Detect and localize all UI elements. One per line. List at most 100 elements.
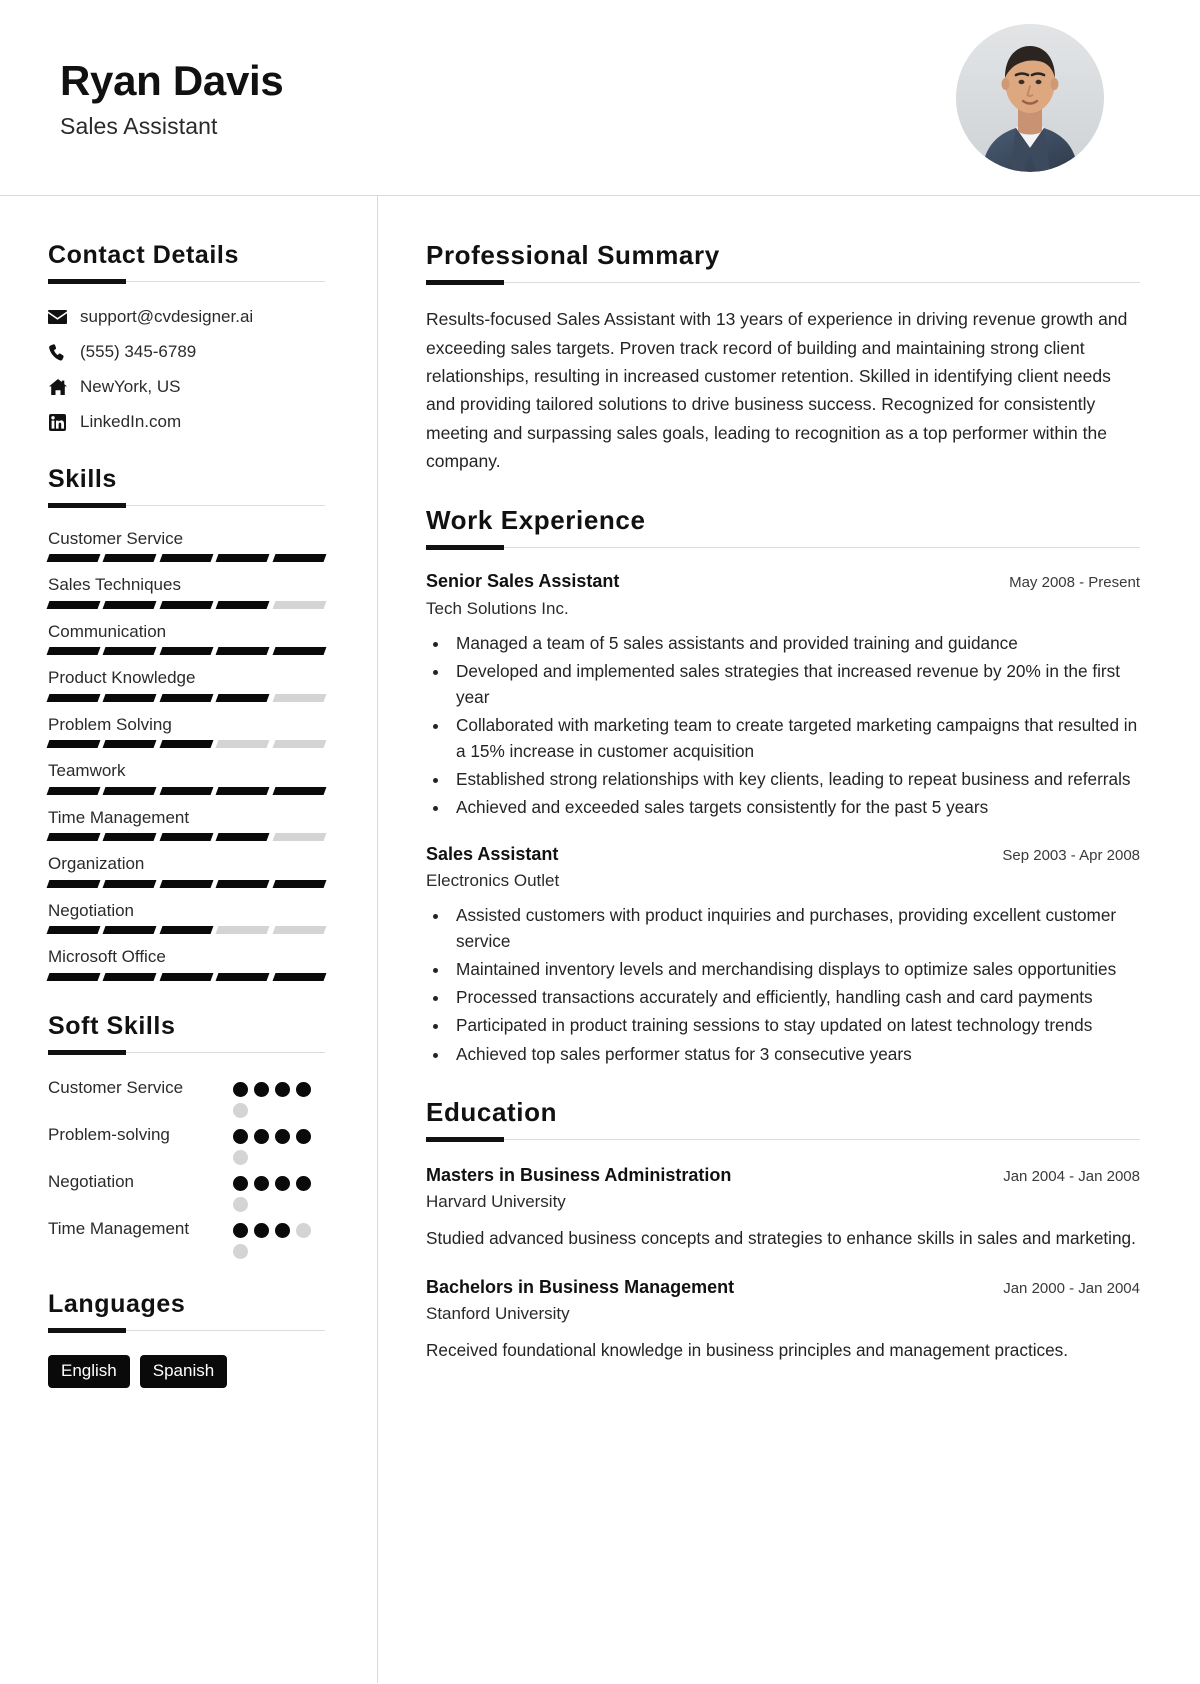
skill-item: Sales Techniques <box>46 572 327 609</box>
summary-text: Results-focused Sales Assistant with 13 … <box>426 309 1128 471</box>
education-entry-header: Bachelors in Business Management Jan 200… <box>426 1276 1140 1299</box>
education-degree: Bachelors in Business Management <box>426 1276 735 1297</box>
skill-segment <box>102 600 158 609</box>
skill-item: Negotiation <box>46 898 327 935</box>
skill-segment <box>46 647 101 656</box>
soft-skill-dot <box>296 1175 311 1191</box>
soft-skill-dot <box>275 1175 290 1191</box>
section-rule <box>426 280 1140 286</box>
envelope-icon <box>48 310 67 325</box>
avatar <box>956 23 1104 172</box>
skill-label: Product Knowledge <box>48 668 196 688</box>
skill-segment <box>159 879 214 888</box>
section-skills: Skills Customer Service Sales Techniques… <box>46 464 327 981</box>
work-bullet: Achieved top sales performer status for … <box>450 1041 1140 1067</box>
skill-segment <box>272 879 327 888</box>
contact-item-location[interactable]: NewYork, US <box>48 376 325 399</box>
work-entry-header: Senior Sales Assistant May 2008 - Presen… <box>426 570 1140 593</box>
language-chip[interactable]: Spanish <box>139 1354 228 1389</box>
contact-item-email[interactable]: support@cvdesigner.ai <box>48 306 325 329</box>
language-chip[interactable]: English <box>48 1354 130 1389</box>
skill-segment <box>159 554 214 563</box>
soft-skill-dot <box>254 1128 269 1144</box>
skill-level-bar <box>46 740 327 749</box>
skill-segment <box>46 972 101 981</box>
skill-segment <box>46 740 101 749</box>
skill-segment <box>159 786 214 795</box>
skill-segment <box>272 693 327 702</box>
soft-skill-dot <box>233 1243 248 1259</box>
work-role: Senior Sales Assistant <box>426 571 620 592</box>
work-date: May 2008 - Present <box>1009 574 1140 592</box>
skill-label: Teamwork <box>48 761 126 781</box>
skill-segment <box>159 833 214 842</box>
skill-level-bar <box>46 879 327 888</box>
skill-segment <box>159 972 214 981</box>
skill-segment <box>46 926 101 935</box>
soft-skill-dot <box>233 1222 248 1238</box>
soft-skill-item: Negotiation <box>48 1169 325 1212</box>
work-bullet: Maintained inventory levels and merchand… <box>450 956 1140 982</box>
skill-segment <box>159 926 214 935</box>
contact-item-phone[interactable]: (555) 345-6789 <box>48 341 325 364</box>
contact-item-linkedin[interactable]: LinkedIn.com <box>48 411 325 434</box>
section-soft-skills: Soft Skills Customer Service Problem-sol… <box>48 1011 325 1259</box>
skill-item: Problem Solving <box>46 712 327 749</box>
work-bullet: Assisted customers with product inquirie… <box>450 902 1140 954</box>
skill-segment <box>215 554 271 563</box>
section-heading-soft-skills: Soft Skills <box>48 1011 176 1040</box>
section-heading-summary: Professional Summary <box>426 240 720 270</box>
work-bullet: Developed and implemented sales strategi… <box>450 658 1140 710</box>
phone-icon <box>48 344 67 361</box>
section-rule <box>48 279 325 284</box>
skill-level-bar <box>46 926 327 935</box>
skill-segment <box>215 926 271 935</box>
work-bullet: Processed transactions accurately and ef… <box>450 984 1140 1010</box>
skill-label: Communication <box>48 621 167 641</box>
work-bullet-list: Assisted customers with product inquirie… <box>450 902 1140 1067</box>
skill-label: Problem Solving <box>48 714 172 734</box>
skill-segment <box>272 740 327 749</box>
work-entry: Sales Assistant Sep 2003 - Apr 2008 Elec… <box>426 843 1140 1067</box>
skill-segment <box>215 740 271 749</box>
skill-segment <box>46 693 101 702</box>
education-entry: Masters in Business Administration Jan 2… <box>426 1164 1140 1252</box>
section-rule <box>48 1327 325 1333</box>
soft-skill-rating <box>233 1169 325 1212</box>
skill-label: Customer Service <box>48 528 184 548</box>
sidebar: Contact Details support@cvdesigner.ai (5… <box>0 196 378 1683</box>
work-bullet: Participated in product training session… <box>450 1012 1140 1038</box>
soft-skill-dot <box>233 1175 248 1191</box>
header-identity: Ryan Davis Sales Assistant <box>60 55 284 139</box>
skill-segment <box>215 786 271 795</box>
section-contact-details: Contact Details support@cvdesigner.ai (5… <box>48 240 325 434</box>
work-role: Sales Assistant <box>426 843 559 864</box>
education-date: Jan 2004 - Jan 2008 <box>1003 1167 1140 1185</box>
soft-skill-dot <box>275 1081 290 1097</box>
skill-item: Customer Service <box>46 526 327 563</box>
skill-segment <box>215 833 271 842</box>
skill-segment <box>272 647 327 656</box>
soft-skill-dot <box>296 1128 311 1144</box>
skill-level-bar <box>46 693 327 702</box>
home-icon <box>48 379 67 396</box>
contact-list: support@cvdesigner.ai (555) 345-6789 New… <box>48 306 325 434</box>
page-title: Ryan Davis <box>60 57 284 105</box>
section-rule <box>426 1136 1140 1142</box>
soft-skill-dot <box>233 1196 248 1212</box>
skill-level-bar <box>46 554 327 563</box>
skill-segment <box>102 833 158 842</box>
soft-skill-dot <box>233 1102 248 1118</box>
work-entries: Senior Sales Assistant May 2008 - Presen… <box>426 570 1140 1066</box>
soft-skills-list: Customer Service Problem-solving Negotia… <box>48 1075 325 1259</box>
section-rule <box>48 502 325 508</box>
skill-segment <box>46 554 101 563</box>
soft-skill-rating <box>233 1122 325 1165</box>
contact-value-location: NewYork, US <box>80 376 181 396</box>
skill-item: Time Management <box>46 805 327 842</box>
languages-list: English Spanish <box>48 1354 325 1389</box>
skill-segment <box>102 647 158 656</box>
resume-header: Ryan Davis Sales Assistant <box>0 0 1200 196</box>
skill-segment <box>272 600 327 609</box>
education-degree: Masters in Business Administration <box>426 1164 732 1185</box>
